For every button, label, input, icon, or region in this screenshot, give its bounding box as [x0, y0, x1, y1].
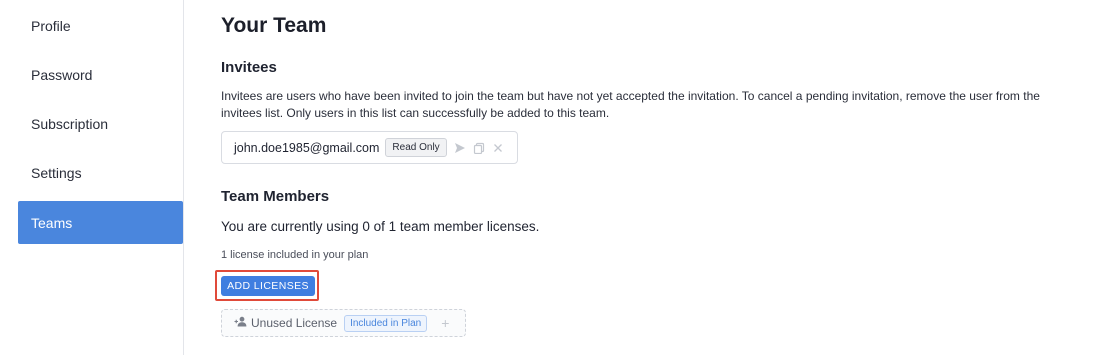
plus-icon[interactable]: + — [441, 316, 449, 330]
add-licenses-button[interactable]: ADD LICENSES — [221, 276, 315, 296]
send-icon[interactable] — [454, 142, 466, 154]
sidebar: Profile Password Subscription Settings T… — [0, 0, 184, 355]
license-usage-text: You are currently using 0 of 1 team memb… — [221, 219, 540, 234]
unused-license-label: Unused License — [251, 316, 338, 330]
sidebar-item-password[interactable]: Password — [18, 53, 183, 96]
sidebar-item-label: Settings — [31, 164, 82, 181]
invitees-heading: Invitees — [221, 59, 277, 76]
app-root: Profile Password Subscription Settings T… — [0, 0, 1100, 355]
copy-icon[interactable] — [473, 142, 485, 154]
invitee-email: john.doe1985@gmail.com — [234, 140, 380, 155]
sidebar-item-label: Teams — [31, 214, 73, 231]
sidebar-item-label: Password — [31, 66, 93, 83]
sidebar-item-settings[interactable]: Settings — [18, 151, 183, 194]
invitee-row: john.doe1985@gmail.com Read Only — [221, 131, 518, 164]
plan-license-note: 1 license included in your plan — [221, 249, 369, 261]
included-in-plan-badge: Included in Plan — [344, 314, 428, 332]
sidebar-item-label: Subscription — [31, 115, 109, 132]
sidebar-item-label: Profile — [31, 17, 71, 34]
page-title: Your Team — [221, 14, 327, 37]
sidebar-item-profile[interactable]: Profile — [18, 4, 183, 47]
invitees-description: Invitees are users who have been invited… — [221, 89, 1040, 120]
team-members-heading: Team Members — [221, 188, 330, 205]
close-icon[interactable] — [492, 142, 504, 154]
sidebar-item-subscription[interactable]: Subscription — [18, 102, 183, 145]
role-badge: Read Only — [385, 138, 447, 157]
add-user-icon — [234, 314, 247, 332]
sidebar-item-teams[interactable]: Teams — [18, 201, 183, 244]
unused-license-slot: Unused License Included in Plan + — [221, 309, 466, 337]
